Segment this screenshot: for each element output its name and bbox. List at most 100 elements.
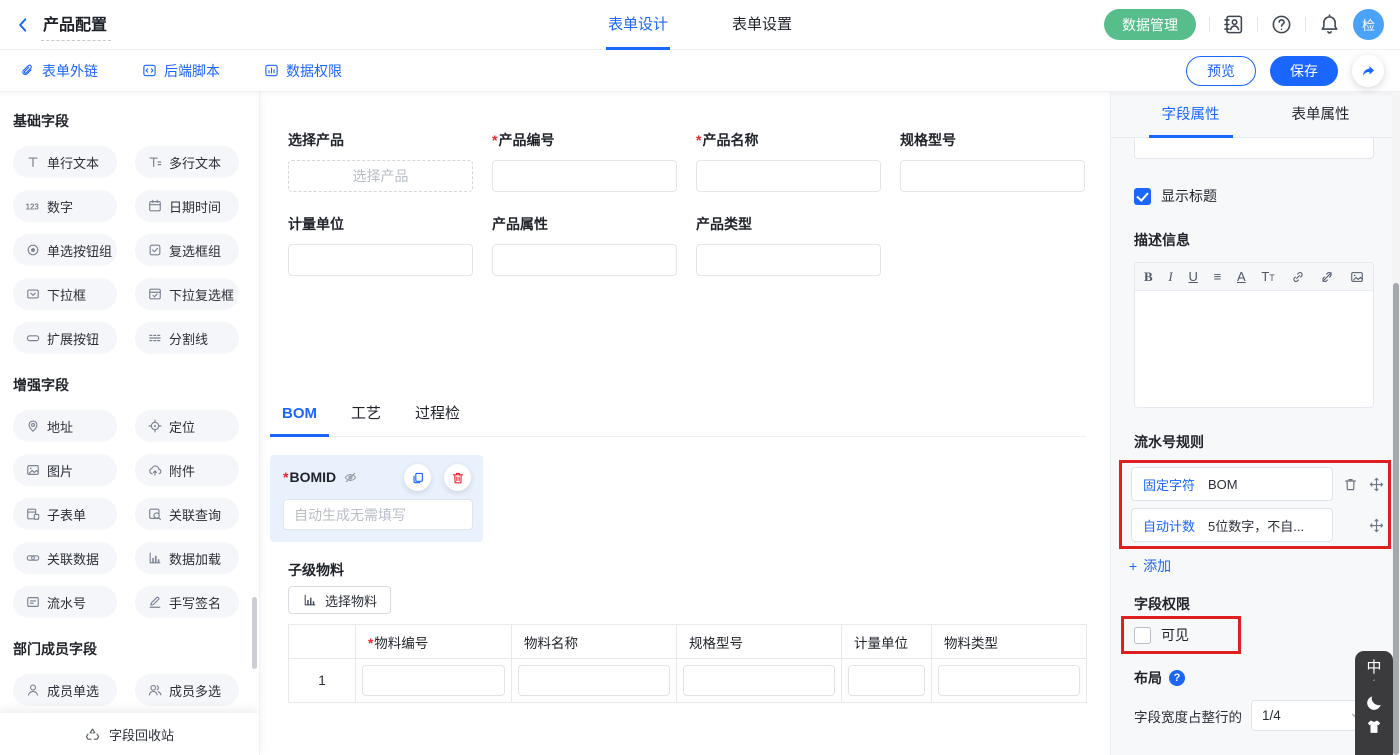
tab-form-properties[interactable]: 表单属性 bbox=[1282, 92, 1360, 138]
delete-rule-icon[interactable] bbox=[1342, 476, 1359, 493]
language-toggle-icon[interactable]: 中 bbox=[1366, 660, 1381, 675]
font-size-icon[interactable]: TT bbox=[1261, 269, 1274, 284]
remove-link-icon[interactable] bbox=[1320, 270, 1334, 284]
align-icon[interactable]: ≡ bbox=[1214, 269, 1222, 284]
font-color-icon[interactable]: A bbox=[1237, 269, 1246, 284]
unit-input[interactable] bbox=[848, 665, 925, 696]
tab-form-design[interactable]: 表单设计 bbox=[608, 0, 668, 50]
sidebar-item-data-load[interactable]: 数据加载 bbox=[135, 542, 239, 574]
sidebar-item-attachment[interactable]: 附件 bbox=[135, 454, 239, 486]
field-select-product[interactable]: 选择产品 选择产品 bbox=[288, 132, 473, 192]
select-material-button[interactable]: 选择物料 bbox=[288, 586, 391, 614]
tab-form-settings[interactable]: 表单设置 bbox=[732, 0, 792, 50]
insert-link-icon[interactable] bbox=[1291, 270, 1305, 284]
sidebar-item-locate[interactable]: 定位 bbox=[135, 410, 239, 442]
show-title-checkbox-checked[interactable] bbox=[1134, 188, 1151, 205]
serial-rule-fixed-char[interactable]: 固定字符 BOM bbox=[1131, 467, 1333, 501]
visible-label: 可见 bbox=[1161, 625, 1189, 645]
description-editor-body[interactable] bbox=[1135, 291, 1373, 407]
sidebar-item-signature[interactable]: 手写签名 bbox=[135, 586, 239, 618]
help-icon[interactable] bbox=[1271, 14, 1292, 35]
duplicate-field-button[interactable] bbox=[404, 464, 431, 491]
page-scrollbar-track[interactable] bbox=[1392, 92, 1400, 755]
spec-model-input[interactable] bbox=[900, 160, 1085, 192]
sidebar-item-member-single[interactable]: 成员单选 bbox=[13, 674, 117, 706]
sidebar-item-divider-line[interactable]: 分割线 bbox=[135, 322, 239, 354]
sidebar-item-image[interactable]: 图片 bbox=[13, 454, 117, 486]
sidebar-item-select[interactable]: 下拉框 bbox=[13, 278, 117, 310]
field-product-name[interactable]: *产品名称 bbox=[696, 132, 881, 192]
sidebar-item-related-query[interactable]: 关联查询 bbox=[135, 498, 239, 530]
back-icon[interactable] bbox=[14, 16, 32, 34]
preview-button[interactable]: 预览 bbox=[1186, 56, 1256, 86]
product-code-input[interactable] bbox=[492, 160, 677, 192]
material-code-input[interactable] bbox=[362, 665, 505, 696]
field-recycle-bin[interactable]: 字段回收站 bbox=[0, 713, 259, 755]
backend-script-link[interactable]: 后端脚本 bbox=[142, 61, 220, 81]
tab-bom[interactable]: BOM bbox=[270, 404, 329, 436]
product-type-input[interactable] bbox=[696, 244, 881, 276]
sidebar-item-single-line-text[interactable]: 单行文本 bbox=[13, 146, 117, 178]
sidebar-item-multi-select[interactable]: 下拉复选框 bbox=[135, 278, 239, 310]
sidebar-item-address[interactable]: 地址 bbox=[13, 410, 117, 442]
visible-checkbox-unchecked[interactable] bbox=[1134, 627, 1151, 644]
sidebar-scrollbar-thumb[interactable] bbox=[252, 597, 257, 669]
sidebar-item-number[interactable]: 123 数字 bbox=[13, 190, 117, 222]
script-icon bbox=[142, 63, 157, 78]
share-button[interactable] bbox=[1352, 55, 1384, 87]
tab-process[interactable]: 工艺 bbox=[339, 404, 393, 436]
page-scrollbar-thumb[interactable] bbox=[1393, 283, 1399, 755]
data-permission-link[interactable]: 数据权限 bbox=[264, 61, 342, 81]
material-name-input[interactable] bbox=[518, 665, 670, 696]
user-avatar[interactable]: 检 bbox=[1353, 9, 1384, 40]
show-title-option[interactable]: 显示标题 bbox=[1134, 186, 1373, 206]
field-product-type[interactable]: 产品类型 bbox=[696, 216, 881, 276]
field-spec-model[interactable]: 规格型号 bbox=[900, 132, 1085, 192]
underline-icon[interactable]: U bbox=[1188, 269, 1197, 284]
theme-shirt-icon[interactable] bbox=[1365, 718, 1383, 736]
sidebar-item-checkbox-group[interactable]: 复选框组 bbox=[135, 234, 239, 266]
material-type-input[interactable] bbox=[938, 665, 1080, 696]
serial-rule-auto-count[interactable]: 自动计数 5位数字，不自... bbox=[1131, 508, 1333, 542]
checkbox-icon bbox=[147, 242, 163, 258]
bomid-input[interactable]: 自动生成无需填写 bbox=[283, 499, 473, 530]
sidebar-item-radio-group[interactable]: 单选按钮组 bbox=[13, 234, 117, 266]
contacts-book-icon[interactable] bbox=[1223, 14, 1244, 35]
sidebar-item-datetime[interactable]: 日期时间 bbox=[135, 190, 239, 222]
italic-icon[interactable]: I bbox=[1168, 269, 1172, 285]
delete-field-button[interactable] bbox=[444, 464, 471, 491]
spec-model-input[interactable] bbox=[683, 665, 835, 696]
field-product-code[interactable]: *产品编号 bbox=[492, 132, 677, 192]
notification-bell-icon[interactable] bbox=[1319, 14, 1340, 35]
insert-image-icon[interactable] bbox=[1350, 270, 1364, 284]
drag-move-icon[interactable] bbox=[1368, 476, 1385, 493]
tab-field-properties[interactable]: 字段属性 bbox=[1152, 92, 1230, 138]
sidebar-item-member-multi[interactable]: 成员多选 bbox=[135, 674, 239, 706]
unit-input[interactable] bbox=[288, 244, 473, 276]
sidebar-item-multi-line-text[interactable]: 多行文本 bbox=[135, 146, 239, 178]
rich-text-toolbar: B I U ≡ A TT bbox=[1135, 263, 1373, 291]
drag-move-icon[interactable] bbox=[1368, 517, 1385, 534]
dark-mode-moon-icon[interactable] bbox=[1365, 693, 1384, 712]
layout-help-icon[interactable]: ? bbox=[1169, 670, 1185, 686]
sidebar-item-related-data[interactable]: 关联数据 bbox=[13, 542, 117, 574]
sidebar-item-serial-number[interactable]: 流水号 bbox=[13, 586, 117, 618]
bomid-field-card-selected[interactable]: *BOMID 自动生成无需填写 bbox=[270, 455, 483, 542]
field-unit[interactable]: 计量单位 bbox=[288, 216, 473, 276]
field-title-input-partially-scrolled[interactable] bbox=[1134, 138, 1374, 159]
bold-icon[interactable]: B bbox=[1144, 269, 1153, 285]
product-attribute-input[interactable] bbox=[492, 244, 677, 276]
sidebar-item-extend-button[interactable]: 扩展按钮 bbox=[13, 322, 117, 354]
add-rule-button[interactable]: + 添加 bbox=[1129, 556, 1171, 576]
select-product-trigger[interactable]: 选择产品 bbox=[288, 160, 473, 192]
field-product-attribute[interactable]: 产品属性 bbox=[492, 216, 677, 276]
description-section-title: 描述信息 bbox=[1134, 232, 1373, 248]
save-button[interactable]: 保存 bbox=[1270, 56, 1338, 86]
sidebar-item-subform[interactable]: 子表单 bbox=[13, 498, 117, 530]
tab-process-check[interactable]: 过程检 bbox=[403, 404, 472, 436]
product-name-input[interactable] bbox=[696, 160, 881, 192]
form-external-link[interactable]: 表单外链 bbox=[20, 61, 98, 81]
description-rich-text-editor[interactable]: B I U ≡ A TT bbox=[1134, 262, 1374, 408]
page-title-wrap[interactable]: 产品配置 bbox=[41, 9, 111, 41]
data-manage-button[interactable]: 数据管理 bbox=[1104, 9, 1196, 40]
